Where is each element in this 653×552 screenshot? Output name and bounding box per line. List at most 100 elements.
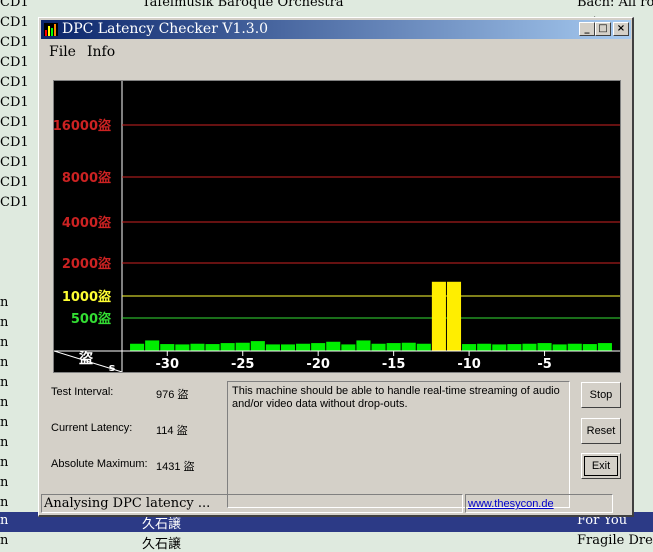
- chart-bar: [537, 343, 552, 351]
- track-cell-col1: CD1: [0, 0, 29, 10]
- chart-x-tick-label: -15: [382, 357, 406, 372]
- stop-button[interactable]: Stop: [581, 382, 621, 408]
- absolute-maximum-label: Absolute Maximum:: [51, 458, 148, 470]
- track-cell-col1: n: [0, 315, 9, 330]
- chart-bar: [250, 341, 265, 351]
- reset-button[interactable]: Reset: [581, 418, 621, 444]
- chart-bar: [356, 340, 371, 351]
- latency-chart: 16000盜 8000盜 4000盜 2000盜 1000盜 500盜 -30 -25 -20 -…: [53, 80, 621, 373]
- track-cell-col1: n: [0, 513, 9, 528]
- track-cell-col1: n: [0, 375, 9, 390]
- chart-x-tick-label: -25: [231, 357, 255, 372]
- track-cell-col1: CD1: [0, 35, 29, 50]
- track-cell-col1: n: [0, 475, 9, 490]
- track-cell-col1: n: [0, 435, 9, 450]
- track-cell-col1: n: [0, 295, 9, 310]
- track-cell-col3: Bach: All ro: [577, 0, 653, 10]
- chart-y-tick-label: 4000盜: [62, 215, 112, 231]
- chart-bar: [401, 342, 416, 351]
- chart-bar: [477, 343, 492, 351]
- chart-y-tick-label: 500盜: [71, 311, 112, 327]
- absolute-maximum-value: 1431 盜: [156, 461, 195, 473]
- background-track-row[interactable]: CD1 Tafelmusik Baroque Orchestra Bach: All…: [0, 0, 653, 14]
- chart-bar: [567, 343, 582, 351]
- chart-bar: [416, 343, 431, 351]
- track-cell-col2: 久石譲: [142, 537, 182, 552]
- test-interval-value: 976 盜: [156, 389, 189, 401]
- close-button[interactable]: ×: [613, 22, 629, 36]
- chart-bar: [326, 341, 341, 351]
- test-interval-label: Test Interval:: [51, 386, 114, 398]
- chart-y-tick-label: 16000盜: [54, 118, 112, 134]
- chart-bar: [190, 343, 205, 351]
- chart-bar: [235, 342, 250, 351]
- minimize-button[interactable]: _: [579, 22, 595, 36]
- chart-bar: [492, 344, 507, 351]
- track-cell-col1: n: [0, 533, 9, 548]
- status-message-box: This machine should be able to handle re…: [227, 381, 570, 508]
- background-track-row[interactable]: n 久石譲 Fragile Dream: [0, 532, 653, 552]
- chart-bar: [462, 344, 477, 351]
- chart-bar: [175, 344, 190, 351]
- status-bar: Analysing DPC latency ... www.thesycon.d…: [41, 494, 631, 513]
- chart-bar: [446, 281, 462, 351]
- chart-bar: [145, 340, 160, 351]
- chart-bar: [220, 343, 235, 351]
- dpc-latency-window: DPC Latency Checker V1.3.0 _ □ × File In…: [38, 17, 634, 517]
- chart-x-tick-label: -5: [537, 357, 551, 372]
- status-link-cell: www.thesycon.de: [465, 494, 613, 513]
- track-cell-col1: CD1: [0, 55, 29, 70]
- latency-chart-svg: 16000盜 8000盜 4000盜 2000盜 1000盜 500盜 -30 -25 -20 -…: [54, 81, 620, 372]
- current-latency-value: 114 盜: [156, 425, 188, 437]
- track-cell-col1: CD1: [0, 115, 29, 130]
- chart-bar: [522, 343, 537, 351]
- chart-y-tick-label: 8000盜: [62, 170, 112, 186]
- menu-info[interactable]: Info: [87, 44, 115, 60]
- chart-bar: [507, 344, 522, 351]
- track-cell-col1: CD1: [0, 75, 29, 90]
- track-cell-col1: n: [0, 335, 9, 350]
- title-bar[interactable]: DPC Latency Checker V1.3.0 _ □ ×: [41, 20, 631, 39]
- chart-bar: [205, 344, 220, 351]
- track-cell-col1: n: [0, 495, 9, 510]
- chart-bar: [386, 343, 401, 351]
- app-icon: [44, 23, 58, 36]
- chart-bar: [130, 343, 145, 351]
- status-text: Analysing DPC latency ...: [41, 494, 463, 513]
- exit-button[interactable]: Exit: [581, 453, 621, 479]
- window-title: DPC Latency Checker V1.3.0: [62, 21, 269, 37]
- track-cell-col1: CD1: [0, 175, 29, 190]
- chart-bar: [371, 343, 386, 351]
- track-cell-col1: n: [0, 415, 9, 430]
- chart-bar: [552, 344, 567, 351]
- track-cell-col1: n: [0, 355, 9, 370]
- chart-bar: [280, 344, 296, 351]
- chart-bar: [341, 344, 356, 351]
- chart-bar: [265, 344, 280, 351]
- track-cell-col1: CD1: [0, 155, 29, 170]
- menu-bar: File Info: [41, 42, 631, 62]
- chart-x-tick-label: -30: [156, 357, 180, 372]
- chart-bar: [160, 344, 175, 351]
- chart-bar: [296, 343, 311, 351]
- track-cell-col3: Fragile Dream: [577, 533, 653, 548]
- website-link[interactable]: www.thesycon.de: [468, 498, 554, 510]
- track-cell-col1: CD1: [0, 15, 29, 30]
- chart-y-tick-label: 1000盜: [62, 289, 112, 305]
- maximize-button[interactable]: □: [595, 22, 611, 36]
- chart-bar: [311, 343, 326, 351]
- chart-x-tick-label: -10: [457, 357, 481, 372]
- track-cell-col1: CD1: [0, 135, 29, 150]
- chart-x-tick-label: -20: [306, 357, 330, 372]
- menu-file[interactable]: File: [49, 44, 76, 60]
- track-cell-col1: CD1: [0, 195, 29, 210]
- current-latency-label: Current Latency:: [51, 422, 133, 434]
- track-cell-col1: n: [0, 455, 9, 470]
- chart-unit-label: 盜: [79, 350, 94, 367]
- chart-bar: [582, 344, 597, 351]
- chart-bar: [431, 281, 446, 351]
- chart-y-tick-label: 2000盜: [62, 256, 112, 272]
- track-cell-col1: n: [0, 395, 9, 410]
- track-cell-col1: CD1: [0, 95, 29, 110]
- chart-axis-unit-label: s: [109, 361, 116, 372]
